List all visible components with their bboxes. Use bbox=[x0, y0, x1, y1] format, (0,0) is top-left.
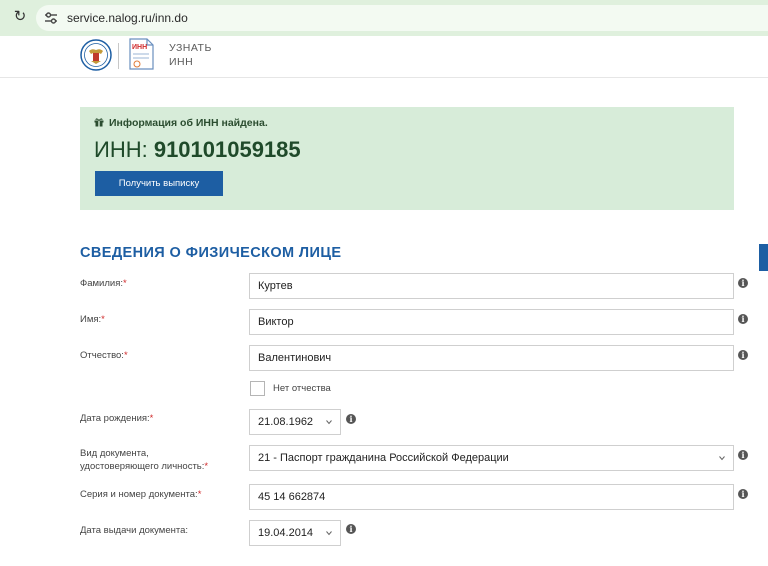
birth-date-label: Дата рождения:* bbox=[80, 412, 153, 425]
name-info-icon[interactable]: i bbox=[738, 314, 748, 324]
birth-date-select[interactable]: 21.08.1962 bbox=[249, 409, 341, 435]
doc-number-label: Серия и номер документа:* bbox=[80, 488, 201, 501]
surname-label: Фамилия:* bbox=[80, 277, 127, 290]
inn-number-line: ИНН: 910101059185 bbox=[94, 137, 301, 163]
issue-date-select[interactable]: 19.04.2014 bbox=[249, 520, 341, 546]
patronymic-label: Отчество:* bbox=[80, 349, 128, 362]
no-patronymic-label: Нет отчества bbox=[273, 383, 331, 394]
doc-type-label: Вид документа, удостоверяющего личность:… bbox=[80, 447, 208, 473]
doc-type-info-icon[interactable]: i bbox=[738, 450, 748, 460]
name-label-text: Имя: bbox=[80, 314, 102, 325]
site-settings-icon[interactable] bbox=[44, 12, 58, 24]
browser-bar: ↻ service.nalog.ru/inn.do bbox=[0, 0, 768, 36]
doc-type-label-line2-wrap: удостоверяющего личность:* bbox=[80, 460, 208, 473]
side-scroll-tab[interactable] bbox=[759, 244, 768, 271]
doc-number-label-text: Серия и номер документа: bbox=[80, 489, 198, 500]
issue-date-info-icon[interactable]: i bbox=[346, 524, 356, 534]
site-header: ИНН УЗНАТЬ ИНН bbox=[0, 36, 768, 78]
name-label: Имя:* bbox=[80, 313, 105, 326]
no-patronymic-checkbox[interactable] bbox=[250, 381, 265, 396]
issue-date-label: Дата выдачи документа: bbox=[80, 524, 188, 537]
doc-type-label-line2: удостоверяющего личность: bbox=[80, 461, 205, 472]
chevron-down-icon bbox=[719, 456, 725, 461]
required-mark: * bbox=[101, 314, 105, 325]
found-message: Информация об ИНН найдена. bbox=[94, 117, 268, 129]
surname-label-text: Фамилия: bbox=[80, 278, 123, 289]
required-mark: * bbox=[123, 350, 128, 361]
inn-label: ИНН: bbox=[94, 137, 148, 162]
required-mark: * bbox=[122, 278, 127, 289]
chevron-down-icon bbox=[326, 531, 332, 536]
logo-text[interactable]: УЗНАТЬ ИНН bbox=[169, 41, 229, 69]
surname-info-icon[interactable]: i bbox=[738, 278, 748, 288]
patronymic-info-icon[interactable]: i bbox=[738, 350, 748, 360]
birth-date-label-text: Дата рождения: bbox=[80, 413, 150, 424]
required-mark: * bbox=[204, 461, 209, 472]
logo-divider bbox=[118, 43, 119, 69]
gift-icon bbox=[94, 118, 104, 127]
inn-value: 910101059185 bbox=[153, 137, 301, 162]
reload-icon[interactable]: ↻ bbox=[12, 9, 28, 25]
doc-type-value: 21 - Паспорт гражданина Российской Федер… bbox=[258, 452, 509, 464]
doc-number-info-icon[interactable]: i bbox=[738, 489, 748, 499]
birth-date-info-icon[interactable]: i bbox=[346, 414, 356, 424]
address-bar[interactable]: service.nalog.ru/inn.do bbox=[36, 5, 768, 31]
doc-number-input[interactable]: 45 14 662874 bbox=[249, 484, 734, 510]
name-input[interactable]: Виктор bbox=[249, 309, 734, 335]
fns-emblem-icon[interactable] bbox=[80, 39, 112, 71]
logo-line-1: УЗНАТЬ bbox=[169, 42, 212, 54]
doc-type-label-line1: Вид документа, bbox=[80, 448, 149, 459]
found-text: Информация об ИНН найдена. bbox=[109, 117, 268, 129]
surname-input[interactable]: Куртев bbox=[249, 273, 734, 299]
chevron-down-icon bbox=[326, 420, 332, 425]
inn-badge-text: ИНН bbox=[132, 44, 147, 51]
required-mark: * bbox=[149, 413, 154, 424]
logo-line-2: ИНН bbox=[169, 56, 194, 68]
url-text: service.nalog.ru/inn.do bbox=[67, 11, 188, 25]
section-title: СВЕДЕНИЯ О ФИЗИЧЕСКОМ ЛИЦЕ bbox=[80, 245, 342, 261]
patronymic-input[interactable]: Валентинович bbox=[249, 345, 734, 371]
required-mark: * bbox=[197, 489, 202, 500]
doc-type-select[interactable]: 21 - Паспорт гражданина Российской Федер… bbox=[249, 445, 734, 471]
inn-result-panel: Информация об ИНН найдена. ИНН: 91010105… bbox=[80, 107, 734, 210]
patronymic-label-text: Отчество: bbox=[80, 350, 124, 361]
birth-date-value: 21.08.1962 bbox=[258, 416, 314, 428]
issue-date-value: 19.04.2014 bbox=[258, 527, 314, 539]
inn-document-icon: ИНН bbox=[129, 38, 154, 70]
issue-date-label-text: Дата выдачи документа: bbox=[80, 525, 189, 536]
get-extract-button[interactable]: Получить выписку bbox=[95, 171, 223, 196]
